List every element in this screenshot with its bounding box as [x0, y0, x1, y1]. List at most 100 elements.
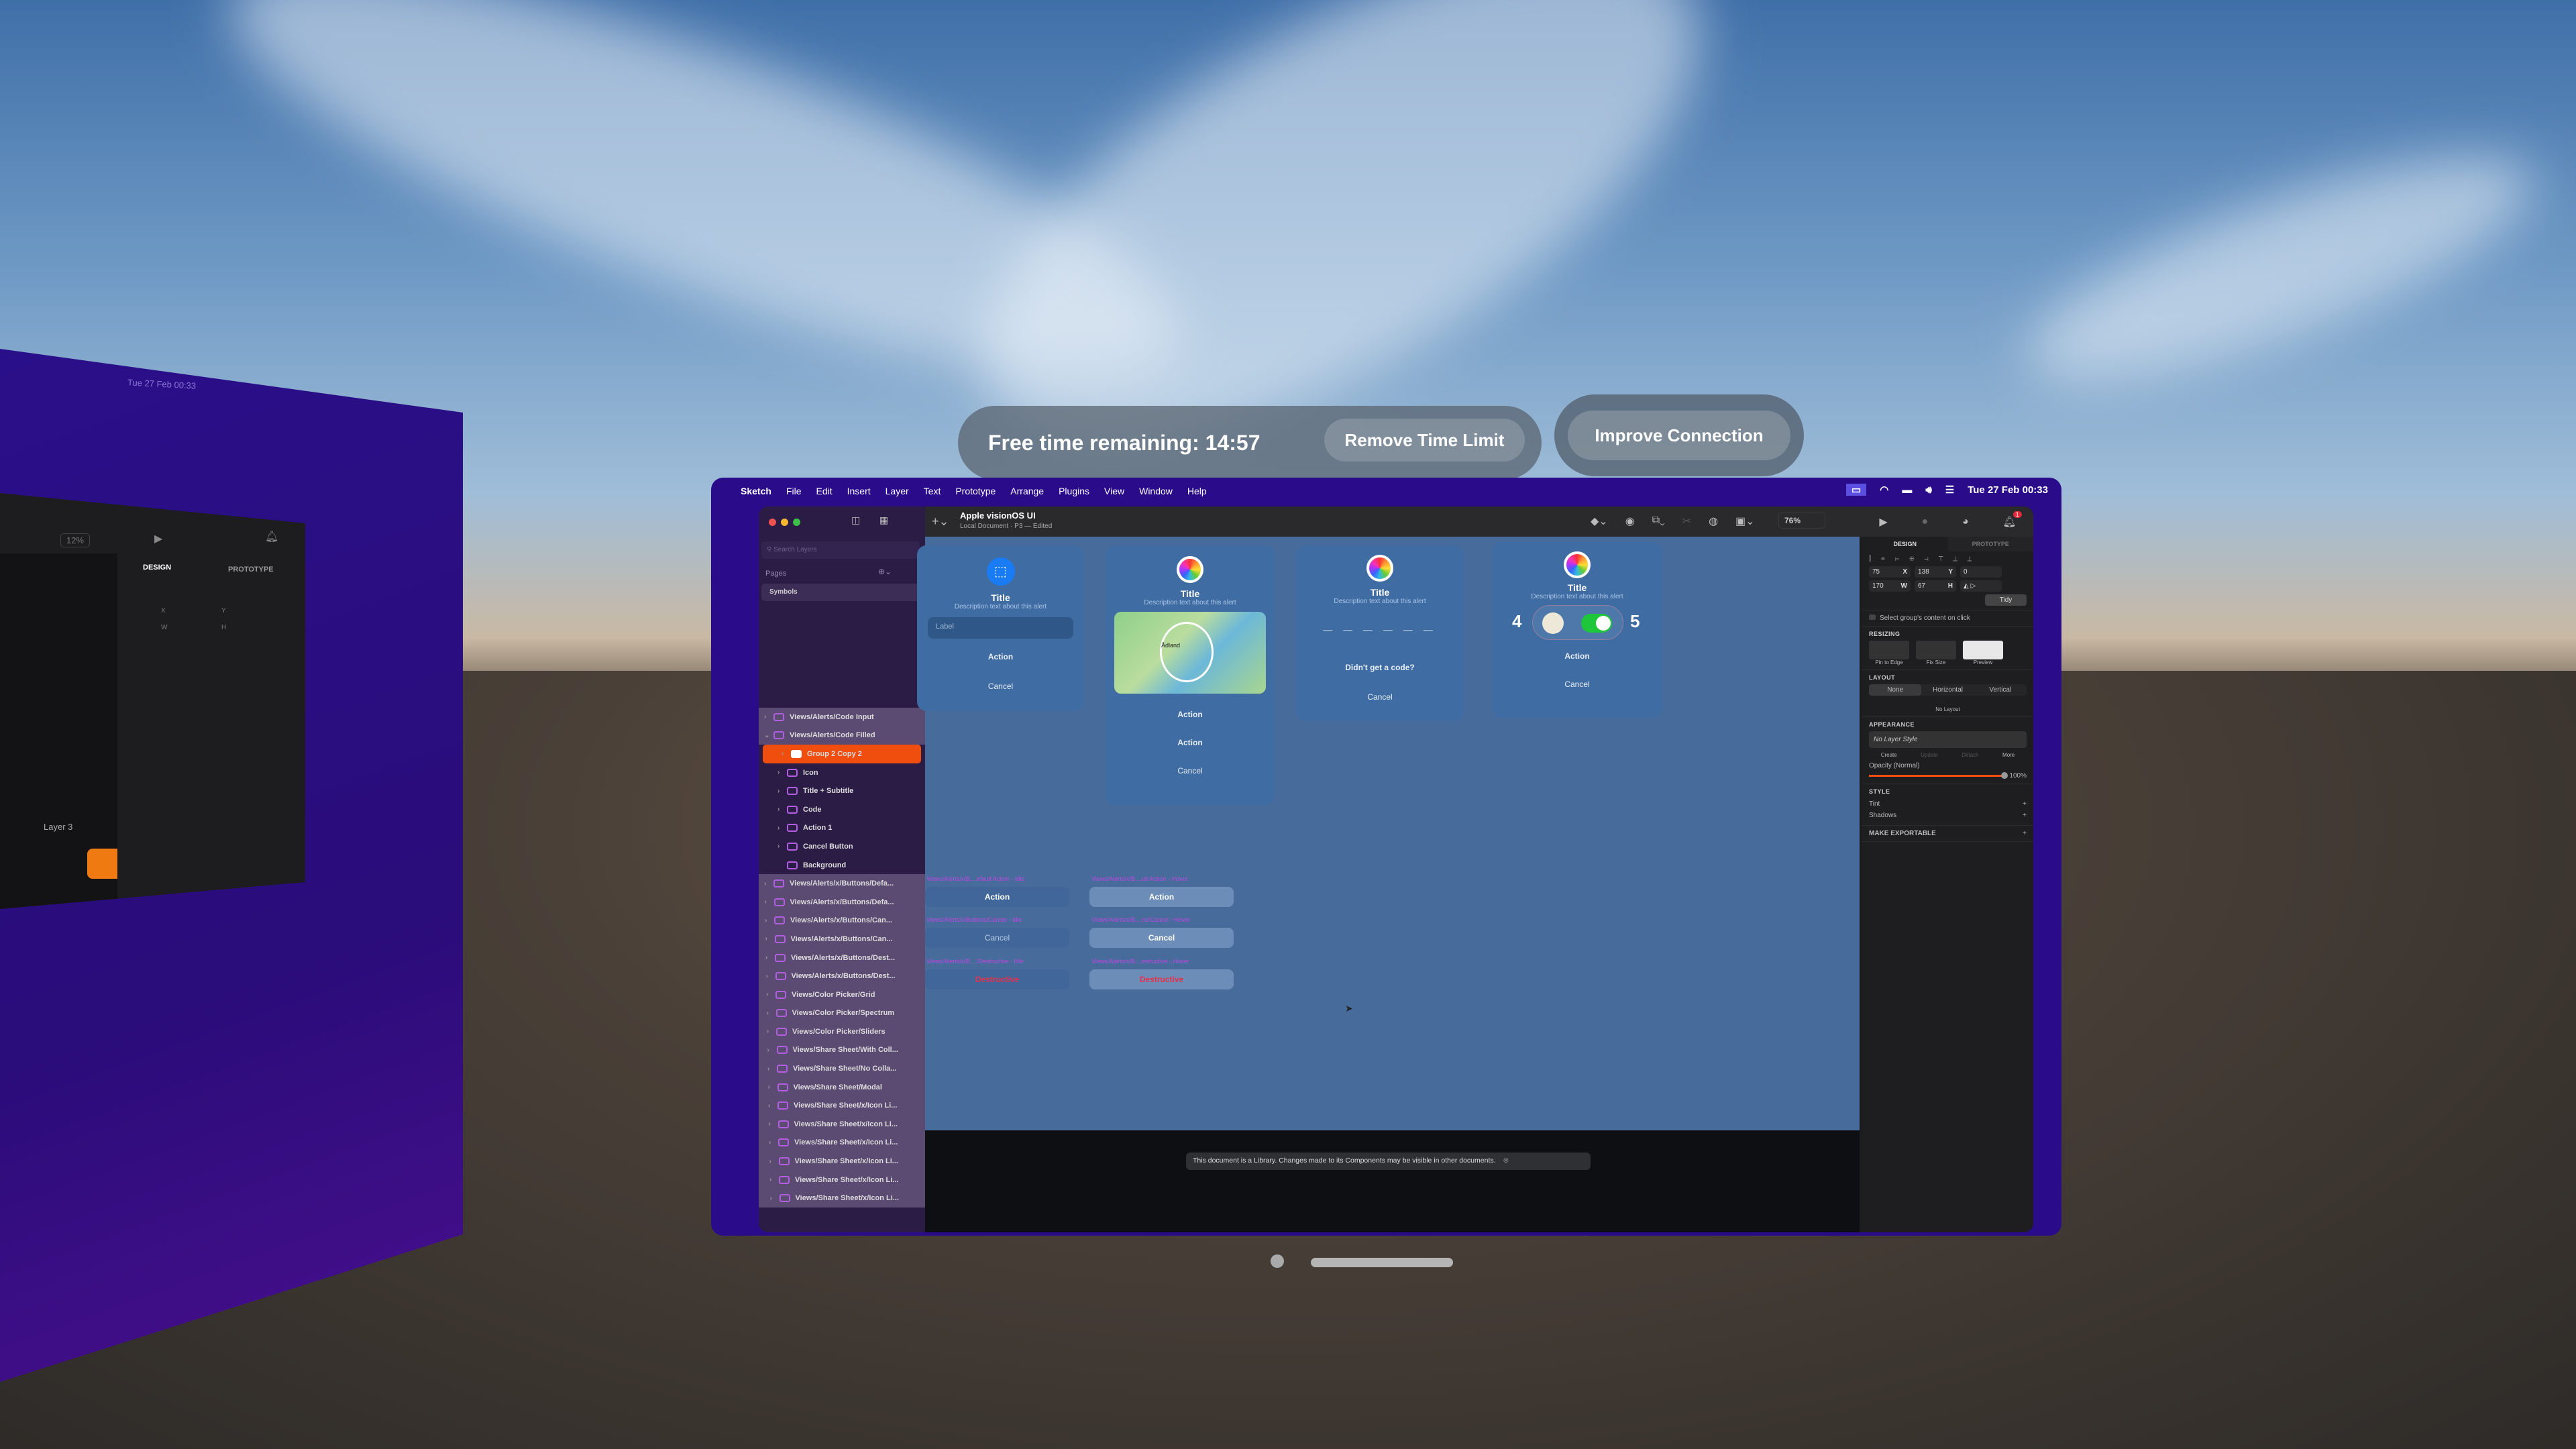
action-hover-button[interactable]: Action	[1089, 887, 1234, 907]
layer-row[interactable]: ›Action 1	[759, 819, 925, 838]
cancel-button[interactable]: Cancel	[1106, 766, 1275, 775]
scissors-icon[interactable]: ✂	[1682, 515, 1691, 528]
layer-row[interactable]: ›Views/Color Picker/Grid	[759, 985, 925, 1004]
layer-row[interactable]: ›Views/Color Picker/Sliders	[759, 1022, 925, 1041]
action-button[interactable]: Action	[1106, 710, 1275, 719]
update-style-button[interactable]: Update	[1921, 752, 1938, 758]
menu-text[interactable]: Text	[924, 486, 941, 496]
chevron-icon[interactable]: ›	[777, 824, 787, 832]
design-tab[interactable]: DESIGN	[1862, 537, 1948, 551]
chevron-icon[interactable]: ›	[777, 843, 787, 850]
chevron-icon[interactable]: ›	[765, 935, 775, 943]
chevron-icon[interactable]: ›	[768, 1102, 777, 1110]
opacity-value[interactable]: 100%	[2009, 772, 2027, 780]
layer-row[interactable]: ›Views/Share Sheet/x/Icon Li...	[759, 1189, 925, 1208]
map-preview[interactable]: Ådland	[1114, 612, 1266, 694]
insert-plus-button[interactable]: +⌄	[932, 515, 949, 529]
layer-row[interactable]: ›Views/Share Sheet/x/Icon Li...	[759, 1152, 925, 1171]
menu-window[interactable]: Window	[1139, 486, 1173, 496]
chevron-icon[interactable]: ›	[765, 954, 775, 961]
add-shadow-icon[interactable]: +	[2023, 812, 2027, 819]
layer-row[interactable]: ›Views/Alerts/x/Buttons/Can...	[759, 930, 925, 949]
menu-layer[interactable]: Layer	[885, 486, 909, 496]
improve-connection-button[interactable]: Improve Connection	[1568, 411, 1790, 460]
align-icons[interactable]: ⫿ ≡ ⊢ ⊕ ⊣ ⊤ ⊥ ⊥	[1869, 555, 2027, 563]
chevron-icon[interactable]: ›	[769, 1120, 778, 1128]
add-export-icon[interactable]: +	[2023, 830, 2027, 837]
chevron-icon[interactable]: ›	[767, 1065, 777, 1073]
cancel-button[interactable]: Cancel	[1492, 680, 1662, 689]
checkbox[interactable]	[1869, 614, 1876, 620]
chevron-icon[interactable]: ›	[767, 1028, 776, 1035]
orange-shape[interactable]	[87, 849, 117, 879]
layer-row[interactable]: ›Views/Alerts/x/Buttons/Dest...	[759, 967, 925, 985]
y-field[interactable]: 138 Y	[1915, 566, 1956, 578]
chevron-icon[interactable]: ›	[769, 1158, 779, 1165]
cancel-hover-button[interactable]: Cancel	[1089, 928, 1234, 948]
layer-style-select[interactable]: No Layer Style	[1869, 731, 2027, 748]
left-canvas[interactable]: Layer 3	[0, 553, 117, 909]
bell-icon[interactable]: 🔔︎1	[2002, 515, 2016, 529]
create-style-button[interactable]: Create	[1881, 752, 1897, 758]
menu-arrange[interactable]: Arrange	[1010, 486, 1044, 496]
sidebar-toggle-icon[interactable]: ◫	[851, 515, 860, 526]
toggle-switch[interactable]	[1581, 614, 1612, 633]
left-prototype-tab[interactable]: PROTOTYPE	[228, 566, 274, 574]
frame-icon[interactable]: ▣⌄	[1735, 515, 1755, 528]
clock[interactable]: Tue 27 Feb 00:33	[1968, 484, 2048, 496]
layer-row[interactable]: ›Views/Share Sheet/x/Icon Li...	[759, 1134, 925, 1152]
remove-time-limit-button[interactable]: Remove Time Limit	[1324, 419, 1525, 462]
chevron-icon[interactable]: ›	[767, 1010, 776, 1017]
screen-share-icon[interactable]: ▭	[1846, 484, 1866, 496]
menu-plugins[interactable]: Plugins	[1059, 486, 1089, 496]
mask-icon[interactable]: ◉	[1625, 515, 1635, 528]
chevron-icon[interactable]: ›	[764, 713, 773, 720]
left-zoom-field[interactable]: 12%	[60, 533, 90, 547]
alert-card-code-input[interactable]: ⬚ Title Description text about this aler…	[917, 545, 1084, 711]
control-center-icon[interactable]: ☰	[1945, 484, 1954, 496]
chevron-icon[interactable]: ›	[768, 1083, 777, 1091]
flip-buttons[interactable]: ◭ ▷	[1960, 580, 2002, 592]
menu-insert[interactable]: Insert	[847, 486, 871, 496]
layer-row[interactable]: ›Views/Share Sheet/Modal	[759, 1078, 925, 1097]
components-grid-icon[interactable]: ▦	[879, 515, 888, 526]
play-icon[interactable]: ▶	[1879, 515, 1887, 529]
close-notice-icon[interactable]: ⊗	[1503, 1157, 1509, 1165]
window-dot-handle[interactable]	[1271, 1254, 1284, 1268]
page-symbols[interactable]: Symbols	[761, 584, 920, 601]
export-section[interactable]: MAKE EXPORTABLE+	[1862, 826, 2033, 842]
chevron-icon[interactable]: ›	[777, 806, 787, 813]
width-field[interactable]: 170 W	[1869, 580, 1911, 592]
layer-row[interactable]: ›Cancel Button	[759, 837, 925, 856]
action-button[interactable]: Action	[1106, 738, 1275, 747]
label-input[interactable]: Label	[928, 617, 1073, 639]
cancel-button[interactable]: Cancel	[1296, 692, 1464, 702]
add-tint-icon[interactable]: +	[2023, 800, 2027, 808]
action-button[interactable]: Action	[1492, 651, 1662, 661]
layer-row[interactable]: ›Views/Share Sheet/With Coll...	[759, 1041, 925, 1060]
chevron-icon[interactable]: ›	[777, 769, 787, 776]
layer-row[interactable]: ›Views/Share Sheet/x/Icon Li...	[759, 1096, 925, 1115]
more-style-button[interactable]: More	[2002, 752, 2015, 758]
opacity-slider[interactable]	[1869, 775, 2005, 777]
menu-sketch[interactable]: Sketch	[741, 486, 771, 496]
chevron-icon[interactable]: ›	[769, 1139, 778, 1146]
alert-card-map[interactable]: Title Description text about this alert …	[1106, 545, 1275, 805]
layer-row[interactable]: ›Views/Share Sheet/x/Icon Li...	[759, 1171, 925, 1189]
tidy-button[interactable]: Tidy	[1985, 594, 2027, 606]
chevron-icon[interactable]: ›	[764, 880, 773, 888]
boolean-icon[interactable]: ⧉⌄	[1652, 515, 1665, 528]
layer-row[interactable]: ›Title + Subtitle	[759, 782, 925, 800]
detach-style-button[interactable]: Detach	[1962, 752, 1978, 758]
destructive-idle-button[interactable]: Destructive	[925, 969, 1069, 989]
cancel-idle-button[interactable]: Cancel	[925, 928, 1069, 948]
menu-prototype[interactable]: Prototype	[955, 486, 996, 496]
height-field[interactable]: 67 H	[1915, 580, 1956, 592]
layout-none[interactable]: None	[1869, 684, 1921, 696]
layer-row[interactable]: ⌄Views/Alerts/Code Filled	[759, 727, 925, 745]
layer-row[interactable]: ›Views/Alerts/x/Buttons/Can...	[759, 912, 925, 930]
select-group-row[interactable]: Select group's content on click	[1862, 610, 2033, 627]
layer-row[interactable]: ›Views/Alerts/x/Buttons/Defa...	[759, 874, 925, 893]
layer-row[interactable]: ›Group 2 Copy 2	[763, 745, 921, 763]
layer-row[interactable]: ›Views/Alerts/Code Input	[759, 708, 925, 727]
